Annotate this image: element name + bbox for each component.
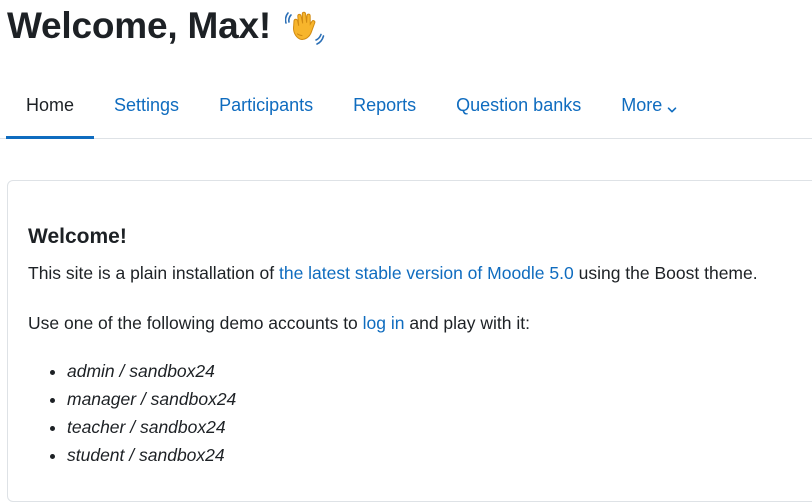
tab-home-label: Home	[26, 94, 75, 115]
list-item: teacher / sandbox24	[67, 413, 236, 441]
tab-settings-label: Settings	[114, 94, 180, 115]
login-link[interactable]: log in	[363, 313, 405, 333]
tab-reports-label: Reports	[353, 94, 417, 115]
intro-text-before: This site is a plain installation of	[28, 263, 279, 283]
welcome-card: Welcome! This site is a plain installati…	[7, 180, 812, 502]
tab-settings[interactable]: Settings	[94, 72, 199, 138]
chevron-down-icon	[667, 99, 677, 113]
accounts-text-after: and play with it:	[404, 313, 530, 333]
list-item: student / sandbox24	[67, 441, 236, 469]
tab-more[interactable]: More	[601, 72, 697, 138]
demo-accounts-list: admin / sandbox24 manager / sandbox24 te…	[48, 357, 236, 469]
tab-participants-label: Participants	[219, 94, 314, 115]
accounts-text-before: Use one of the following demo accounts t…	[28, 313, 363, 333]
tab-participants[interactable]: Participants	[199, 72, 333, 138]
tab-more-label: More	[621, 94, 663, 115]
tab-reports[interactable]: Reports	[333, 72, 436, 138]
page-title: Welcome, Max!	[7, 5, 272, 46]
tab-question-banks-label: Question banks	[456, 94, 582, 115]
accounts-paragraph: Use one of the following demo accounts t…	[28, 311, 530, 335]
page-header: Welcome, Max!	[7, 2, 325, 50]
list-item: manager / sandbox24	[67, 385, 236, 413]
tab-question-banks[interactable]: Question banks	[436, 72, 601, 138]
card-title: Welcome!	[28, 225, 127, 248]
list-item: admin / sandbox24	[67, 357, 236, 385]
secondary-navigation: Home Settings Participants Reports Quest…	[0, 72, 812, 139]
intro-paragraph: This site is a plain installation of the…	[28, 261, 758, 285]
waving-hand-icon	[284, 7, 325, 47]
tab-home[interactable]: Home	[0, 72, 95, 139]
nav-tabs: Home Settings Participants Reports Quest…	[0, 72, 812, 139]
intro-text-after: using the Boost theme.	[573, 263, 758, 283]
moodle-version-link[interactable]: the latest stable version of Moodle 5.0	[279, 263, 574, 283]
